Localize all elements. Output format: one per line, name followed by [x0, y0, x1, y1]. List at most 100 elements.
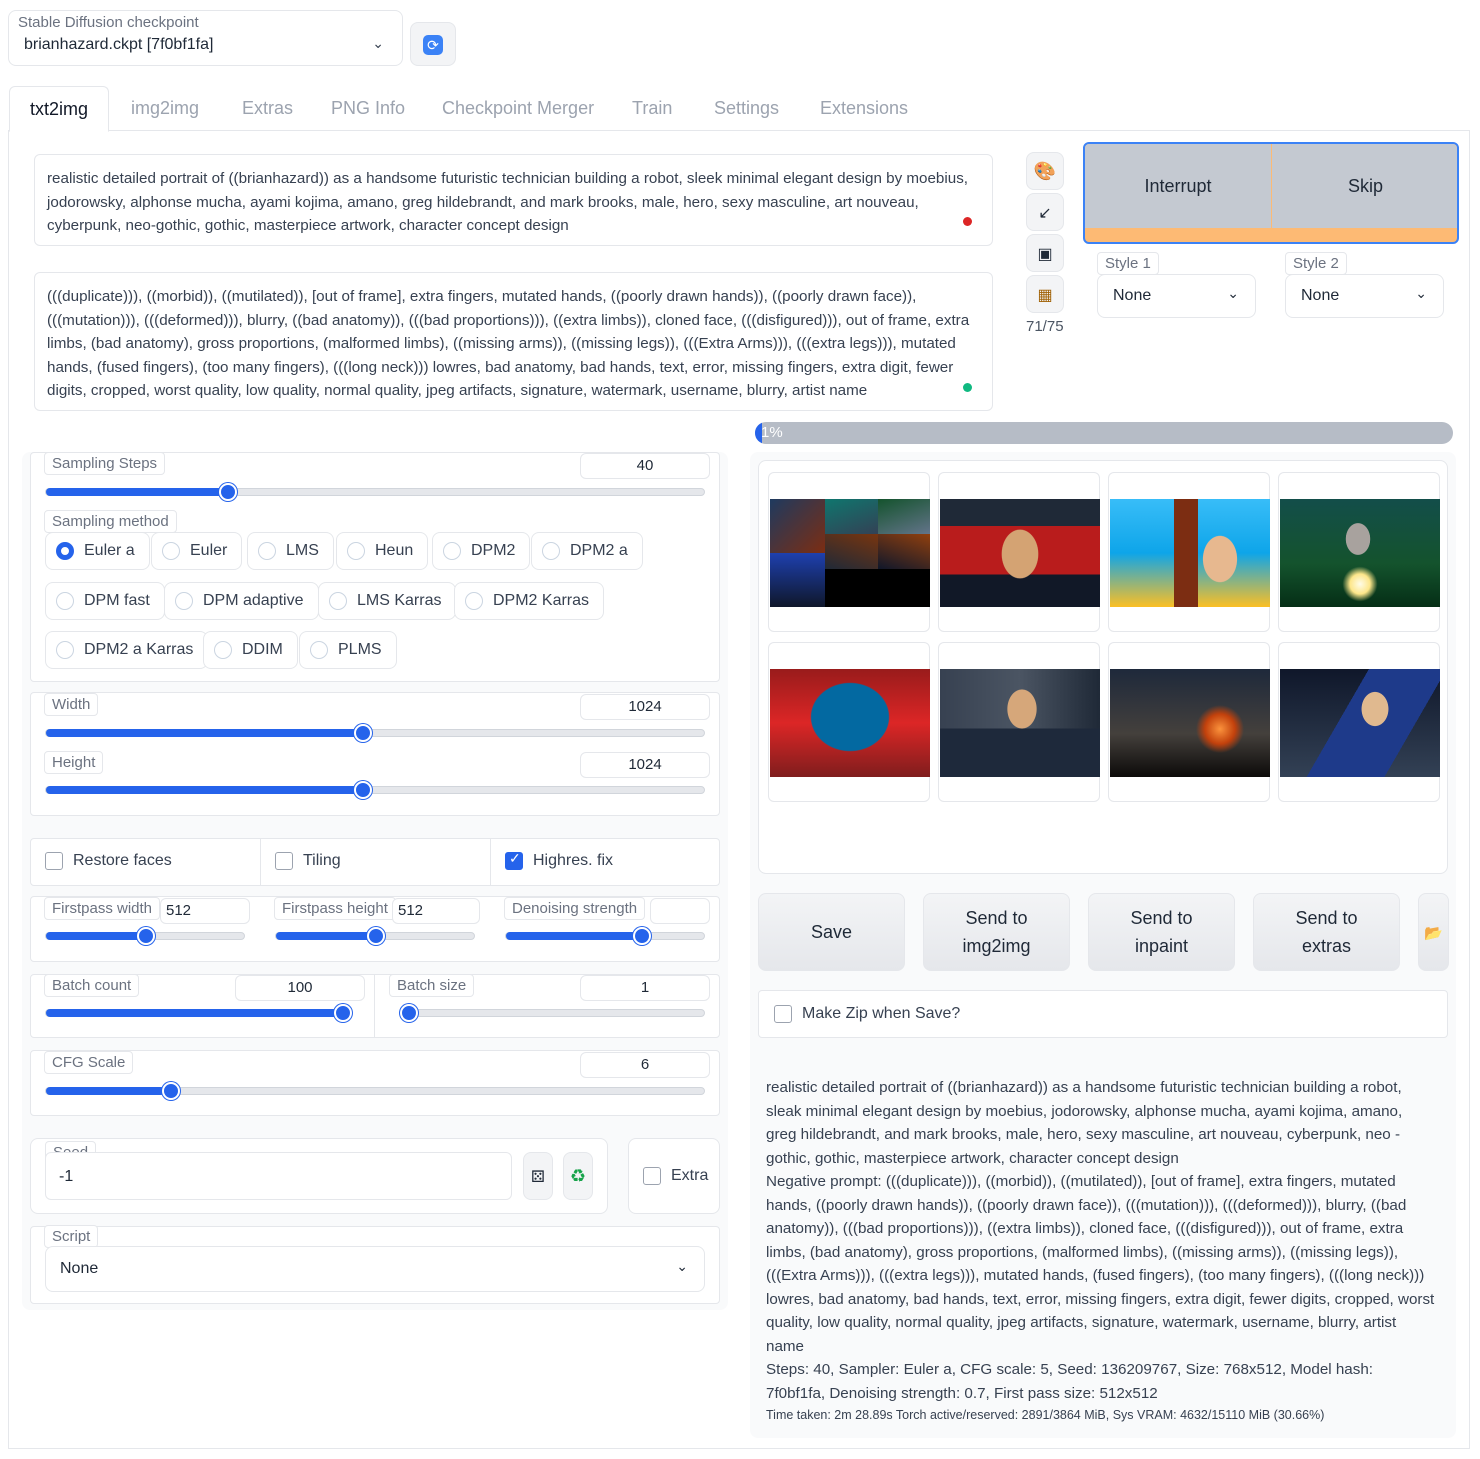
radio-dpm-fast[interactable]: DPM fast [45, 582, 165, 620]
gallery-thumb-8[interactable] [1278, 642, 1440, 802]
radio-lms[interactable]: LMS [247, 532, 334, 570]
slider-handle[interactable] [137, 927, 155, 945]
cfg-scale-input[interactable]: 6 [580, 1052, 710, 1078]
seed-input[interactable]: -1 [45, 1152, 512, 1200]
save-style-button[interactable]: ▣ [1026, 234, 1064, 272]
radio-dpm2[interactable]: DPM2 [432, 532, 531, 570]
radio-label: Euler [190, 542, 228, 559]
send-to-img2img-button[interactable]: Send to img2img [923, 893, 1070, 971]
apply-style-button[interactable]: ▦ [1026, 275, 1064, 313]
negative-prompt-input[interactable]: (((duplicate))), ((morbid)), ((mutilated… [34, 272, 993, 411]
slider-handle[interactable] [400, 1004, 418, 1022]
prompt-input[interactable]: realistic detailed portrait of ((brianha… [34, 154, 993, 246]
radio-lms-karras[interactable]: LMS Karras [318, 582, 457, 620]
gallery-thumb-5[interactable] [768, 642, 930, 802]
tiling-checkbox[interactable] [275, 852, 293, 870]
sampling-steps-slider[interactable] [45, 483, 705, 501]
slider-handle[interactable] [367, 927, 385, 945]
radio-ddim[interactable]: DDIM [203, 631, 298, 669]
gallery-thumb-2[interactable] [938, 472, 1100, 632]
radio-label: Heun [375, 542, 414, 559]
style1-select[interactable]: None ⌄ [1097, 274, 1256, 318]
tab-train[interactable]: Train [632, 98, 672, 119]
tab-img2img[interactable]: img2img [131, 98, 199, 119]
gallery-thumb-1[interactable] [768, 472, 930, 632]
gallery-thumb-4[interactable] [1278, 472, 1440, 632]
skip-label: Skip [1347, 176, 1383, 196]
firstpass-width-slider[interactable] [45, 927, 245, 945]
refresh-checkpoint-button[interactable]: ⟳ [410, 22, 456, 66]
random-seed-button[interactable]: ⚄ [523, 1152, 553, 1200]
gallery-thumb-7[interactable] [1108, 642, 1270, 802]
radio-dpm2-a-karras[interactable]: DPM2 a Karras [45, 631, 209, 669]
slider-handle[interactable] [334, 1004, 352, 1022]
generated-image [940, 499, 1100, 607]
gallery-thumb-3[interactable] [1108, 472, 1270, 632]
interrupt-button[interactable]: Interrupt [1085, 144, 1271, 228]
height-slider[interactable] [45, 781, 705, 799]
sampling-steps-input[interactable]: 40 [580, 453, 710, 479]
batch-size-input[interactable]: 1 [580, 975, 710, 1001]
cfg-scale-slider[interactable] [45, 1082, 705, 1100]
tab-label: txt2img [29, 99, 89, 119]
tab-extras[interactable]: Extras [242, 98, 293, 119]
radio-dpm2-karras[interactable]: DPM2 Karras [454, 582, 605, 620]
batch-size-slider[interactable] [399, 1004, 705, 1022]
radio-euler-a[interactable]: Euler a [45, 532, 150, 570]
radio-dot [214, 641, 232, 659]
tab-extensions[interactable]: Extensions [820, 98, 908, 119]
radio-dot [56, 542, 74, 560]
skip-button[interactable]: Skip [1272, 144, 1457, 228]
height-input[interactable]: 1024 [580, 752, 710, 778]
radio-dot [162, 542, 180, 560]
style1-label: Style 1 [1097, 252, 1159, 275]
height-label: Height [44, 751, 104, 774]
make-zip-checkbox[interactable] [774, 1005, 792, 1023]
checkpoint-select[interactable]: brianhazard.ckpt [7f0bf1fa] ⌄ [14, 32, 396, 60]
save-button[interactable]: Save [758, 893, 905, 971]
script-select[interactable]: None ⌄ [45, 1246, 705, 1292]
read-params-button[interactable]: ↙ [1026, 193, 1064, 231]
generated-image [1280, 499, 1440, 607]
tab-checkpoint-merger[interactable]: Checkpoint Merger [442, 98, 594, 119]
send-to-extras-button[interactable]: Send to extras [1253, 893, 1400, 971]
radio-plms[interactable]: PLMS [299, 631, 397, 669]
denoising-strength-input[interactable] [650, 898, 710, 924]
firstpass-width-input[interactable]: 512 [160, 898, 250, 924]
tab-png-info[interactable]: PNG Info [331, 98, 405, 119]
radio-label: Euler a [84, 542, 135, 559]
checkpoint-value: brianhazard.ckpt [7f0bf1fa] [24, 36, 214, 53]
batch-count-slider[interactable] [45, 1004, 352, 1022]
restore-faces-checkbox[interactable] [45, 852, 63, 870]
radio-dpm2-a[interactable]: DPM2 a [531, 532, 643, 570]
gallery-thumb-6[interactable] [938, 642, 1100, 802]
paint-palette-button[interactable]: 🎨 [1026, 152, 1064, 190]
tab-txt2img[interactable]: txt2img [9, 86, 109, 132]
open-folder-button[interactable]: 📂 [1418, 893, 1449, 971]
radio-label: DPM adaptive [203, 592, 304, 609]
recycle-icon: ♻ [569, 1166, 587, 1186]
firstpass-height-slider[interactable] [275, 927, 475, 945]
tab-settings[interactable]: Settings [714, 98, 779, 119]
batch-count-input[interactable]: 100 [235, 975, 365, 1001]
extra-seed-label: Extra [671, 1167, 709, 1184]
width-slider[interactable] [45, 724, 705, 742]
send-to-inpaint-button[interactable]: Send to inpaint [1088, 893, 1235, 971]
radio-heun[interactable]: Heun [336, 532, 429, 570]
firstpass-height-input[interactable]: 512 [392, 898, 480, 924]
radio-euler[interactable]: Euler [151, 532, 243, 570]
style2-select[interactable]: None ⌄ [1285, 274, 1444, 318]
slider-handle[interactable] [161, 1082, 180, 1100]
radio-dot [465, 592, 483, 610]
send-to-img2img-label: Send to img2img [962, 908, 1031, 956]
denoising-strength-slider[interactable] [505, 927, 705, 945]
highres-fix-checkbox[interactable]: ✓ [505, 850, 523, 870]
width-input[interactable]: 1024 [580, 694, 710, 720]
radio-dpm-adaptive[interactable]: DPM adaptive [164, 582, 319, 620]
send-to-inpaint-label: Send to inpaint [1130, 908, 1193, 956]
radio-dot [56, 592, 74, 610]
extra-seed-checkbox[interactable] [643, 1167, 661, 1185]
reuse-seed-button[interactable]: ♻ [563, 1152, 593, 1200]
generated-image [940, 669, 1100, 777]
style2-label: Style 2 [1285, 252, 1347, 275]
